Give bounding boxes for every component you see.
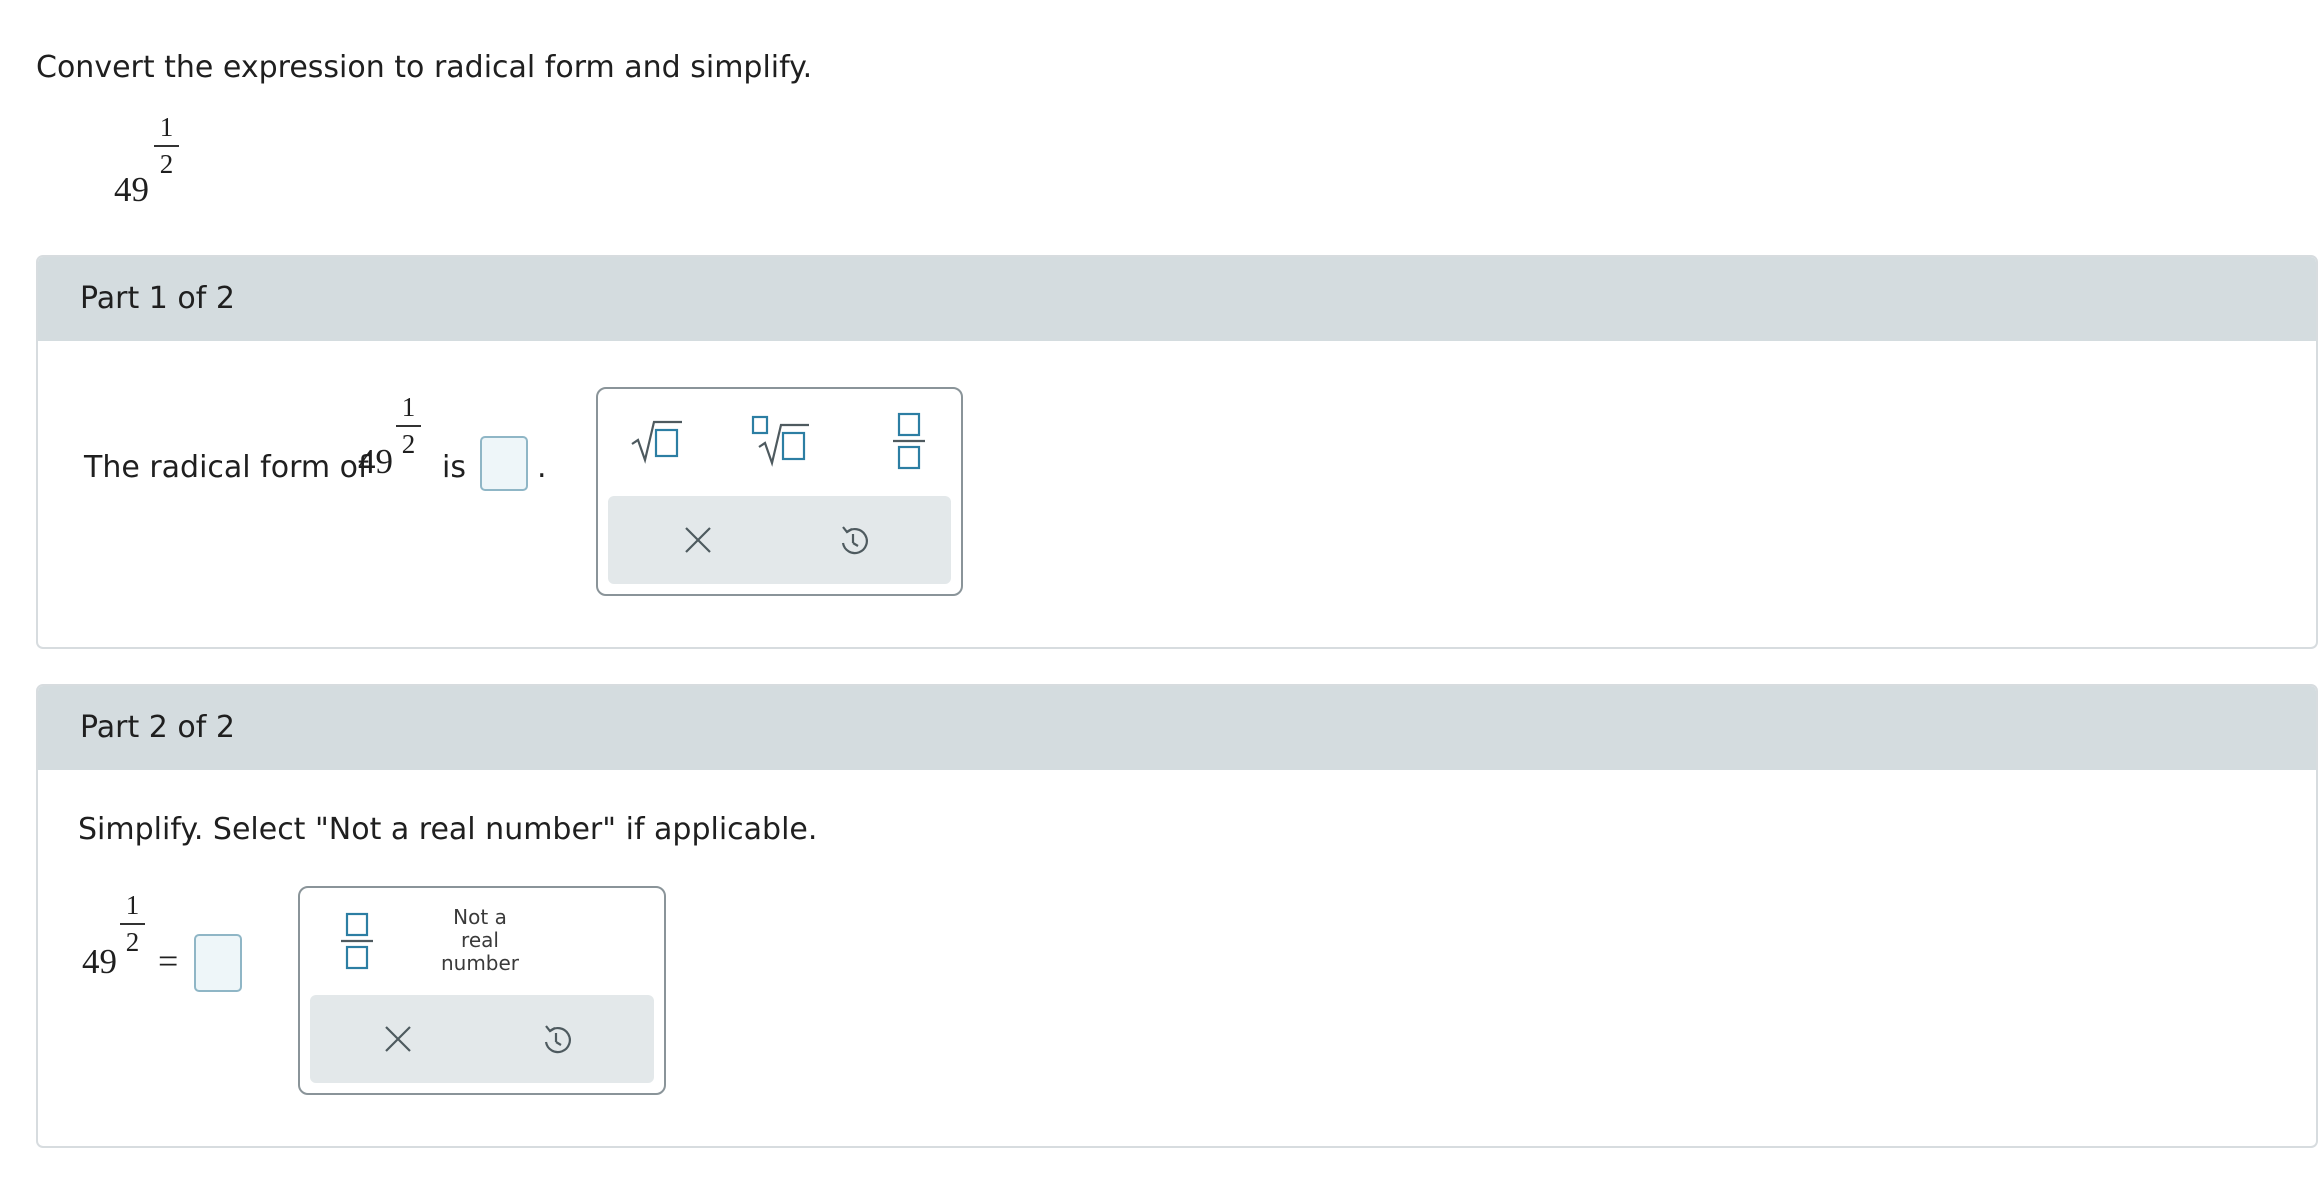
fraction-icon [341, 912, 373, 970]
part2-expression: 49 1 2 [82, 890, 162, 990]
nth-root-icon [751, 415, 809, 467]
part1-math-palette [596, 387, 963, 596]
times-icon [685, 527, 711, 553]
part2-clear-button[interactable] [368, 1009, 428, 1069]
exponent-denominator: 2 [159, 149, 174, 179]
part2-exponent-denominator: 2 [125, 927, 140, 957]
part1-answer-input[interactable] [480, 436, 528, 491]
not-real-line3: number [440, 950, 520, 975]
problem-expression: 49 1 2 [114, 112, 194, 212]
not-real-line1: Not a [453, 904, 507, 929]
part2-palette-footer [310, 995, 654, 1083]
part1-period: . [537, 450, 547, 485]
part1-is-label: is [442, 450, 466, 485]
square-root-button[interactable] [626, 411, 686, 471]
times-icon [385, 1026, 411, 1052]
part2-undo-button[interactable] [526, 1009, 586, 1069]
part1-exponent-denominator: 2 [401, 429, 416, 459]
part2-answer-input[interactable] [194, 934, 242, 992]
fraction-button[interactable] [884, 409, 934, 473]
square-root-icon [631, 420, 682, 464]
part1-expression-exponent: 1 2 [396, 392, 421, 459]
part2-math-palette: Not a real number [298, 886, 666, 1095]
part1-exponent-numerator: 1 [401, 392, 416, 422]
nth-root-button[interactable] [748, 409, 814, 471]
part1-expression-base: 49 [358, 442, 393, 481]
part2-expression-base: 49 [82, 942, 117, 981]
part2-equals-sign: = [158, 941, 179, 981]
part2-instruction: Simplify. Select "Not a real number" if … [78, 812, 818, 847]
exponent-numerator: 1 [159, 112, 174, 142]
part1-header: Part 1 of 2 [38, 257, 2316, 341]
part2-expression-exponent: 1 2 [120, 890, 145, 957]
undo-icon [841, 526, 868, 555]
part1-sentence-prefix: The radical form of [84, 450, 369, 485]
part1-expression: 49 1 2 [358, 392, 438, 492]
expression-exponent: 1 2 [154, 112, 179, 179]
not-real-line2: real [461, 927, 499, 952]
fraction-icon [893, 412, 925, 470]
part2-header: Part 2 of 2 [38, 686, 2316, 770]
problem-prompt: Convert the expression to radical form a… [36, 50, 813, 85]
part1-palette-footer [608, 496, 951, 584]
part2-fraction-button[interactable] [332, 908, 382, 974]
not-a-real-number-button[interactable]: Not a real number [420, 902, 540, 978]
expression-base: 49 [114, 170, 149, 209]
undo-icon [544, 1025, 571, 1054]
part1-clear-button[interactable] [668, 510, 728, 570]
part1-undo-button[interactable] [823, 510, 883, 570]
part2-exponent-numerator: 1 [125, 890, 140, 920]
